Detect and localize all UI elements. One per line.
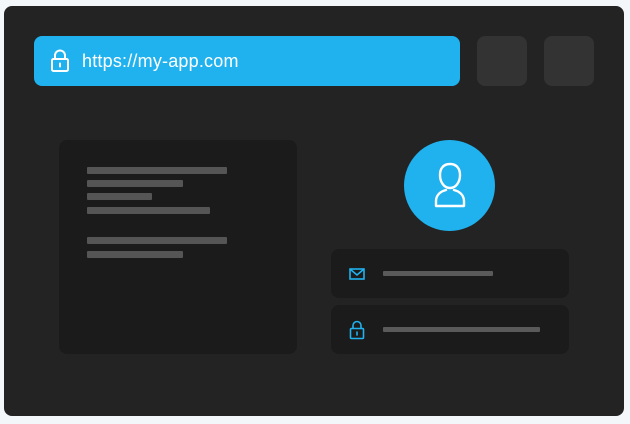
email-field-value-placeholder xyxy=(383,271,493,276)
avatar xyxy=(404,140,495,231)
placeholder-text-line xyxy=(87,237,227,244)
url-text[interactable]: https://my-app.com xyxy=(82,36,239,86)
window-button-1[interactable] xyxy=(477,36,527,86)
placeholder-text-line xyxy=(87,193,152,200)
address-bar[interactable]: https://my-app.com xyxy=(34,36,460,86)
lock-icon xyxy=(50,49,70,73)
browser-window: https://my-app.com xyxy=(4,6,624,416)
content-card xyxy=(59,140,297,354)
placeholder-text-line xyxy=(87,251,183,258)
mail-icon xyxy=(349,267,365,285)
placeholder-text-line xyxy=(87,180,183,187)
window-button-2[interactable] xyxy=(544,36,594,86)
password-field[interactable] xyxy=(331,305,569,354)
email-field[interactable] xyxy=(331,249,569,298)
lock-icon xyxy=(349,320,365,345)
user-icon xyxy=(434,162,466,208)
placeholder-text-line xyxy=(87,167,227,174)
password-field-value-placeholder xyxy=(383,327,540,332)
placeholder-text-line xyxy=(87,207,210,214)
